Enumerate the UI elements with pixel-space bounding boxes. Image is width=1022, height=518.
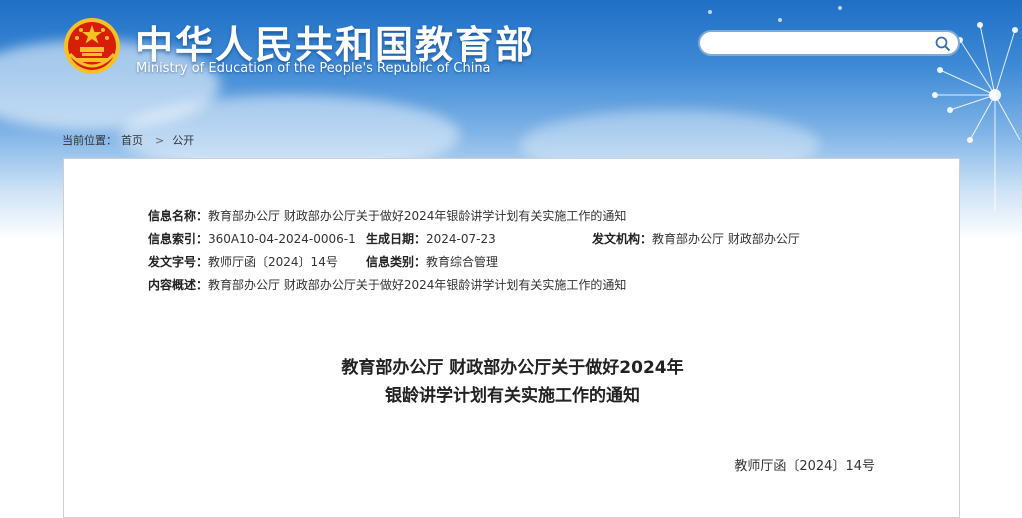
info-name-row: 信息名称：教育部办公厅 财政部办公厅关于做好2024年银龄讲学计划有关实施工作的…: [148, 207, 626, 227]
breadcrumb-home-link[interactable]: 首页: [121, 134, 143, 147]
info-org-row: 发文机构：教育部办公厅 财政部办公厅: [592, 230, 800, 250]
info-name-label: 信息名称：: [148, 209, 209, 223]
document-title-line2: 银龄讲学计划有关实施工作的通知: [385, 386, 640, 406]
breadcrumb: 当前位置： 首页 > 公开: [62, 132, 198, 148]
info-index-label: 信息索引：: [148, 232, 209, 246]
breadcrumb-public-link[interactable]: 公开: [172, 134, 194, 147]
seed-decoration-icon: [708, 6, 842, 22]
document-number: 教师厅函〔2024〕14号: [734, 459, 875, 474]
info-date-row: 生成日期：2024-07-23: [366, 230, 496, 250]
document-panel: 信息名称：教育部办公厅 财政部办公厅关于做好2024年银龄讲学计划有关实施工作的…: [63, 158, 960, 518]
breadcrumb-prefix: 当前位置：: [62, 134, 117, 147]
search-icon[interactable]: [934, 35, 952, 53]
info-docno-label: 发文字号：: [148, 255, 209, 269]
info-summary-label: 内容概述：: [148, 278, 209, 292]
info-docno-value: 教师厅函〔2024〕14号: [208, 255, 338, 269]
info-index-row: 信息索引：360A10-04-2024-0006-1: [148, 230, 356, 250]
site-subtitle: Ministry of Education of the People's Re…: [136, 61, 491, 76]
document-title: 教育部办公厅 财政部办公厅关于做好2024年 银龄讲学计划有关实施工作的通知: [64, 354, 961, 410]
info-name-value: 教育部办公厅 财政部办公厅关于做好2024年银龄讲学计划有关实施工作的通知: [208, 209, 627, 223]
info-category-row: 信息类别：教育综合管理: [366, 253, 498, 273]
info-date-value: 2024-07-23: [426, 232, 496, 246]
info-docno-row: 发文字号：教师厅函〔2024〕14号: [148, 253, 338, 273]
breadcrumb-separator: >: [155, 134, 165, 147]
info-category-value: 教育综合管理: [426, 255, 499, 269]
info-summary-row: 内容概述：教育部办公厅 财政部办公厅关于做好2024年银龄讲学计划有关实施工作的…: [148, 276, 626, 296]
info-summary-value: 教育部办公厅 财政部办公厅关于做好2024年银龄讲学计划有关实施工作的通知: [208, 278, 627, 292]
info-index-value: 360A10-04-2024-0006-1: [208, 232, 356, 246]
info-org-label: 发文机构：: [592, 232, 653, 246]
search-box: [698, 30, 960, 56]
info-category-label: 信息类别：: [366, 255, 427, 269]
info-org-value: 教育部办公厅 财政部办公厅: [652, 232, 800, 246]
document-title-line1: 教育部办公厅 财政部办公厅关于做好2024年: [341, 358, 684, 378]
info-date-label: 生成日期：: [366, 232, 427, 246]
search-input[interactable]: [710, 34, 934, 54]
national-emblem-icon: [64, 18, 120, 74]
